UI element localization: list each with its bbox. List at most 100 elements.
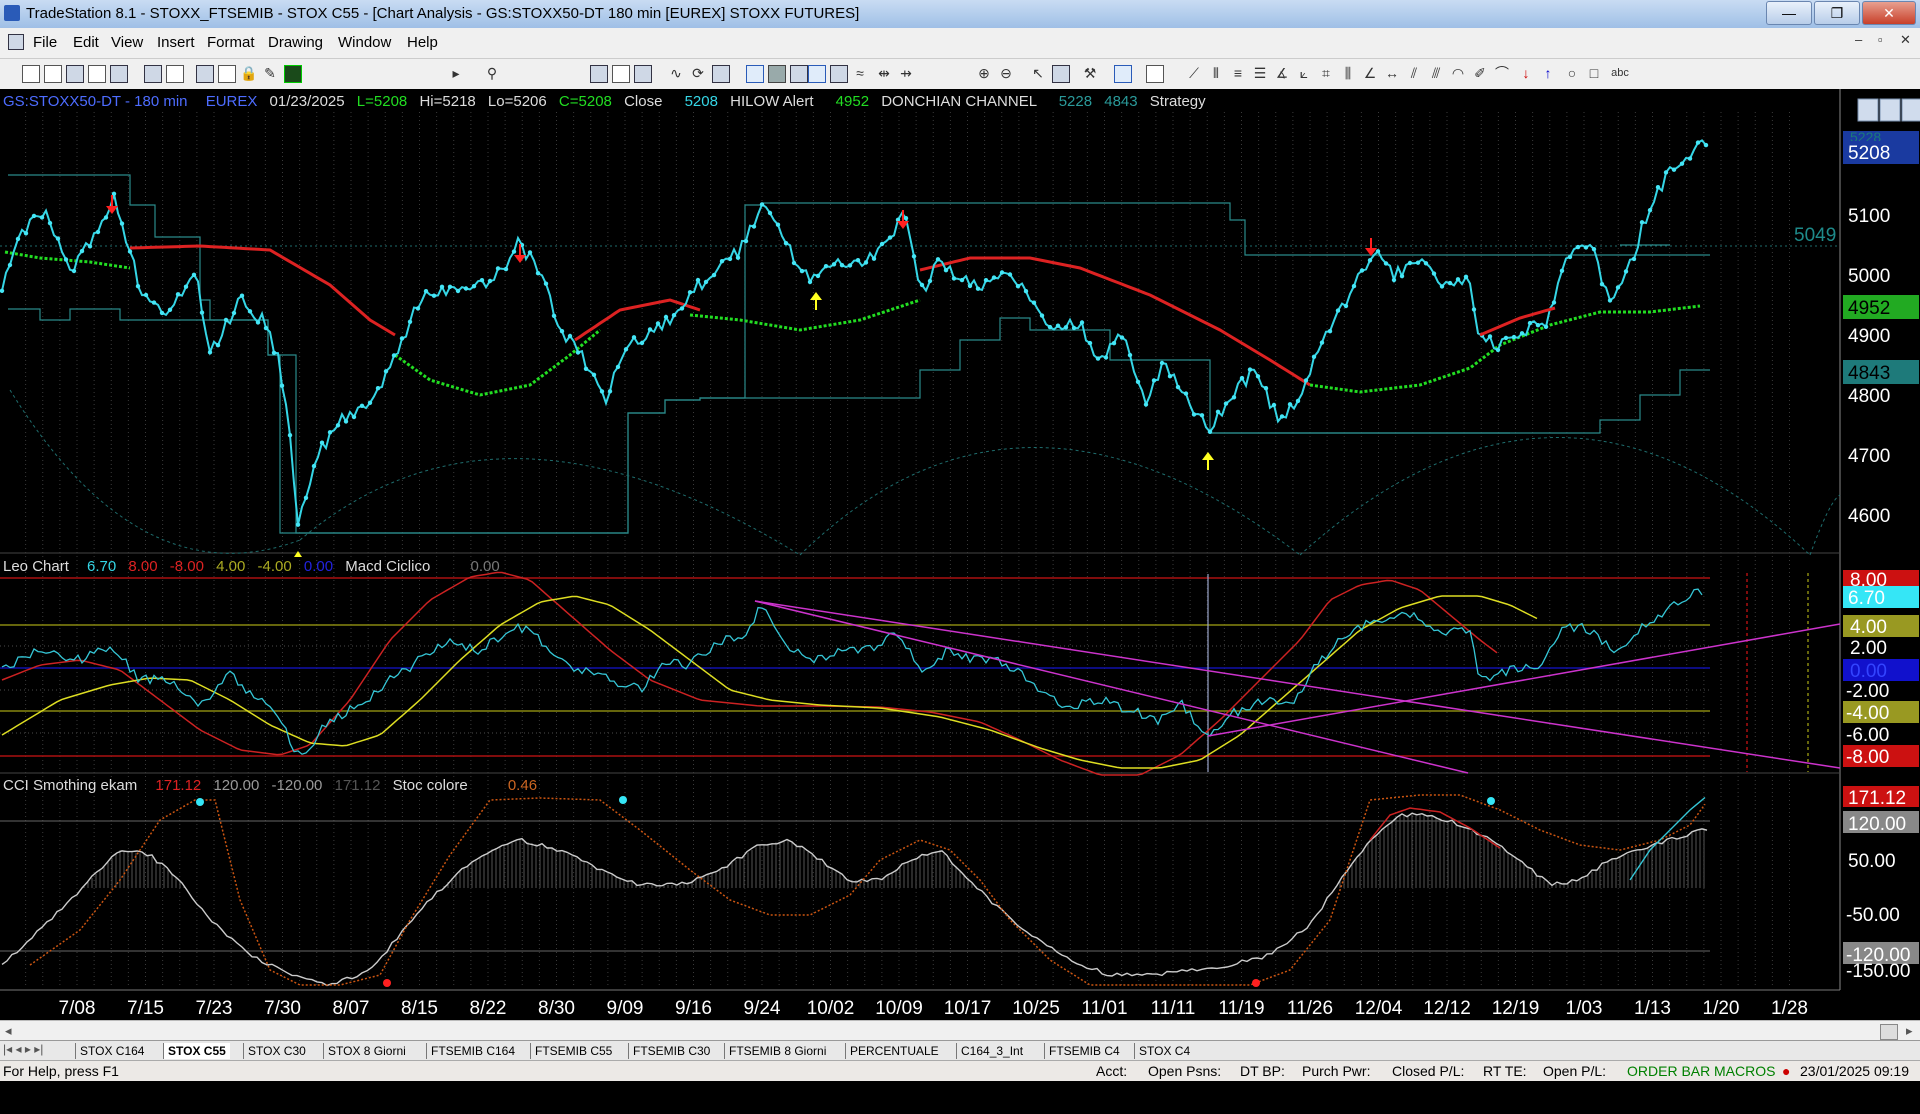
zoom-in-icon[interactable]: ⊕ (976, 65, 992, 81)
close-button[interactable]: ✕ (1862, 1, 1916, 25)
parallel-icon[interactable]: ⫻ (1428, 65, 1444, 81)
tab-ftsemib-c164[interactable]: FTSEMIB C164 (426, 1043, 519, 1059)
menu-file[interactable]: File (33, 34, 57, 51)
restore-button[interactable]: ❐ (1814, 1, 1860, 25)
grid-icon[interactable] (612, 65, 630, 83)
buy-arrow-icon[interactable]: ↑ (1540, 65, 1556, 81)
menu-edit[interactable]: Edit (73, 34, 99, 51)
print-preview-icon[interactable] (166, 65, 184, 83)
price-dot (1135, 379, 1141, 384)
price-dot (1007, 272, 1013, 277)
retracement-icon[interactable]: ☰ (1252, 65, 1268, 81)
status-macros[interactable]: MACROS (1714, 1063, 1775, 1079)
tab-ftsemib-c30[interactable]: FTSEMIB C30 (628, 1043, 714, 1059)
chart-restore-button[interactable] (1879, 98, 1901, 122)
chart-icon[interactable] (590, 65, 608, 83)
angle-icon[interactable]: ∠ (1362, 65, 1378, 81)
zoom-out-icon[interactable]: ⊖ (998, 65, 1014, 81)
tab-ftsemib-8-giorni[interactable]: FTSEMIB 8 Giorni (724, 1043, 830, 1059)
scroll-right-arrow-icon[interactable]: ▸ (1906, 1023, 1913, 1039)
horizontal-scrollbar[interactable]: ◂ ▸ (0, 1020, 1920, 1041)
data-window-icon[interactable] (1114, 65, 1132, 83)
draw-icon[interactable]: ✎ (262, 65, 278, 81)
menu-format[interactable]: Format (207, 34, 255, 51)
bars-icon[interactable] (830, 65, 848, 83)
scroll-thumb[interactable] (1880, 1024, 1898, 1040)
matrix-icon[interactable] (768, 65, 786, 83)
channel-icon[interactable]: ⫽ (1406, 65, 1422, 81)
settings-icon[interactable] (1146, 65, 1164, 83)
price-dot (719, 259, 725, 264)
tab-stox-c55[interactable]: STOX C55 (163, 1043, 230, 1059)
dropdown-arrow-icon[interactable]: ▸ (450, 65, 462, 81)
tab-ftsemib-c55[interactable]: FTSEMIB C55 (530, 1043, 616, 1059)
sell-arrow-icon[interactable]: ↓ (1518, 65, 1534, 81)
table-icon[interactable] (634, 65, 652, 83)
menu-insert[interactable]: Insert (157, 34, 195, 51)
drag-icon[interactable] (1052, 65, 1070, 83)
save-icon[interactable] (66, 65, 84, 83)
link-icon[interactable]: ∿ (668, 65, 684, 81)
chart-minimize-button[interactable] (1857, 98, 1879, 122)
expand-icon[interactable]: ⇹ (876, 65, 892, 81)
text-tool-icon[interactable]: abc (1608, 65, 1632, 81)
cycle-lines-icon[interactable]: ⫼ (1340, 65, 1356, 81)
tab-stox-8-giorni[interactable]: STOX 8 Giorni (323, 1043, 410, 1059)
curve-icon[interactable]: ⌒ (1494, 65, 1510, 81)
radar-icon[interactable] (746, 65, 764, 83)
tab-nav-arrows-icon[interactable]: |◂ ◂ ▸ ▸| (3, 1042, 43, 1056)
open-icon[interactable] (44, 65, 62, 83)
zoom-search-icon[interactable]: ⚲ (484, 65, 500, 81)
menu-view[interactable]: View (111, 34, 143, 51)
cci-v5: 0.46 (508, 777, 537, 794)
gann-icon[interactable]: ⌗ (1318, 65, 1334, 81)
price-dot (1231, 395, 1237, 400)
lock-icon[interactable]: 🔒 (240, 65, 257, 81)
minimize-button[interactable]: — (1766, 1, 1812, 25)
refresh-icon[interactable]: ⟳ (690, 65, 706, 81)
rectangle-icon[interactable]: □ (1586, 65, 1602, 81)
tab-ftsemib-c4[interactable]: FTSEMIB C4 (1044, 1043, 1124, 1059)
chart-close-button[interactable] (1901, 98, 1920, 122)
ellipse-icon[interactable]: ○ (1564, 65, 1580, 81)
scanner-icon[interactable] (808, 65, 826, 83)
arc-icon[interactable]: ◠ (1450, 65, 1466, 81)
horizontal-lines-icon[interactable]: ≡ (1230, 65, 1246, 81)
mdi-minimize-button[interactable]: – (1855, 32, 1862, 47)
status-order-bar[interactable]: ORDER BAR (1627, 1063, 1710, 1079)
insert-icon[interactable] (712, 65, 730, 83)
globe-icon[interactable] (284, 65, 302, 83)
tab-c164-3-int[interactable]: C164_3_Int (956, 1043, 1027, 1059)
copy-icon[interactable] (88, 65, 106, 83)
scroll-left-arrow-icon[interactable]: ◂ (5, 1023, 12, 1039)
folder-icon[interactable] (110, 65, 128, 83)
fan-icon[interactable]: ⟀ (1296, 65, 1312, 81)
tab-percentuale[interactable]: PERCENTUALE (845, 1043, 943, 1059)
compress-icon[interactable]: ⇸ (898, 65, 914, 81)
tab-stox-c4[interactable]: STOX C4 (1134, 1043, 1194, 1059)
window-icon[interactable] (218, 65, 236, 83)
arrows-icon[interactable]: ↔ (1384, 65, 1400, 81)
menu-window[interactable]: Window (338, 34, 391, 51)
tools-icon[interactable]: ⚒ (1082, 65, 1098, 81)
pointer-icon[interactable]: ↖ (1030, 65, 1046, 81)
speed-lines-icon[interactable]: ∡ (1274, 65, 1290, 81)
price-dot (255, 320, 261, 325)
price-dot (399, 336, 405, 341)
order-icon[interactable] (790, 65, 808, 83)
new-icon[interactable] (22, 65, 40, 83)
menu-drawing[interactable]: Drawing (268, 34, 323, 51)
tab-stox-c30[interactable]: STOX C30 (243, 1043, 310, 1059)
mdi-close-button[interactable]: ✕ (1900, 32, 1911, 48)
tab-stox-c164[interactable]: STOX C164 (75, 1043, 148, 1059)
chart-area[interactable]: GS:STOXX50-DT - 180 min EUREX 01/23/2025… (0, 89, 1920, 1114)
mdi-restore-button[interactable]: ▫ (1878, 32, 1883, 47)
print-icon[interactable] (144, 65, 162, 83)
price-dot (447, 284, 453, 289)
vertical-lines-icon[interactable]: ⦀ (1208, 65, 1224, 81)
workspace-icon[interactable] (196, 65, 214, 83)
wave-icon[interactable]: ≈ (852, 65, 868, 81)
trendline-icon[interactable]: ⟋ (1186, 65, 1202, 81)
pencil-icon[interactable]: ✐ (1472, 65, 1488, 81)
menu-help[interactable]: Help (407, 34, 438, 51)
